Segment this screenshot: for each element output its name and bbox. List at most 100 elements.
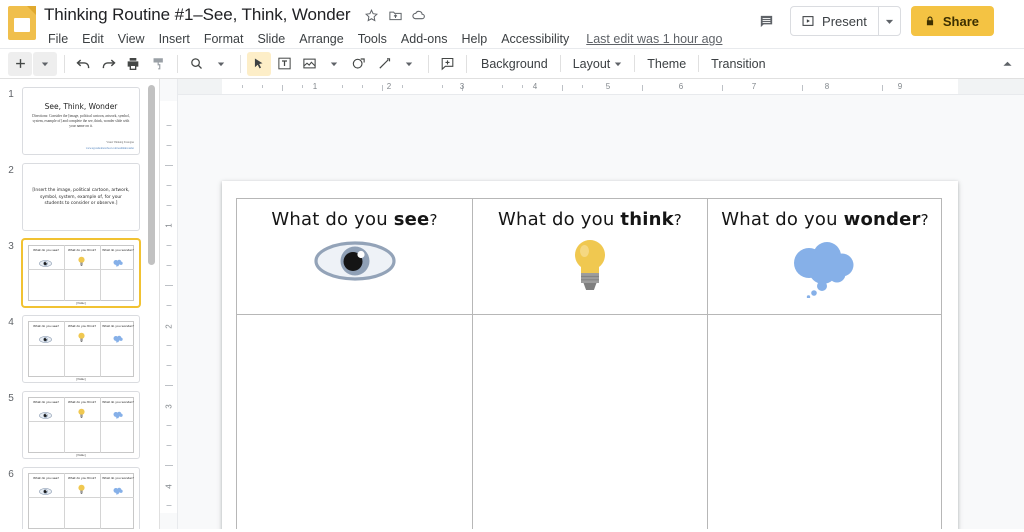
menu-item-help[interactable]: Help (454, 30, 494, 48)
toolbar-divider (428, 54, 429, 73)
background-button[interactable]: Background (473, 54, 556, 74)
insert-image-icon[interactable] (297, 52, 321, 76)
thumb-header-see: What do you see? (33, 476, 59, 480)
thumbnail-panel-scrollbar[interactable] (148, 85, 155, 265)
canvas-area[interactable]: What do you see? What do you think? What… (178, 95, 1024, 529)
slide-thumbnail-4[interactable]: What do you see? What do you think? What… (22, 315, 140, 383)
new-slide-plus-icon[interactable] (8, 51, 32, 76)
thumb-name-placeholder: [Name] (76, 377, 86, 381)
list-item[interactable]: 6 What do you see? What do you think? Wh… (0, 463, 159, 529)
list-item[interactable]: 4 What do you see? What do you think? Wh… (0, 311, 159, 387)
hruler-number-2: 2 (386, 82, 392, 91)
thumb-link: www.agoradeafterschool.com/seethinkwonde… (85, 147, 134, 150)
thumb-col-divider (64, 397, 65, 453)
list-item[interactable]: 5 What do you see? What do you think? Wh… (0, 387, 159, 463)
thought-cloud-icon (112, 330, 124, 348)
menu-item-accessibility[interactable]: Accessibility (494, 30, 576, 48)
thumb-header-think: What do you think? (67, 324, 97, 328)
slide-thumbnail-panel[interactable]: 1 See, Think, Wonder Directions: Conside… (0, 79, 160, 529)
thumb-header-wonder: What do you wonder? (102, 324, 134, 328)
line-dropdown-caret[interactable] (397, 52, 421, 76)
menu-item-view[interactable]: View (111, 30, 152, 48)
list-item[interactable]: 2 [Insert the image, political cartoon, … (0, 159, 159, 235)
share-button[interactable]: Share (910, 6, 994, 36)
thumb-insert-text: [Insert the image, political cartoon, ar… (32, 188, 130, 207)
new-slide-dropdown-caret[interactable] (33, 51, 57, 76)
thumb-col-divider (100, 473, 101, 529)
insert-shape-icon[interactable] (347, 52, 371, 76)
lock-icon (926, 16, 933, 26)
avatar[interactable] (1004, 7, 1016, 35)
cloud-saved-icon[interactable] (408, 4, 430, 26)
question-think-suffix: ? (673, 211, 682, 229)
layout-button[interactable]: Layout (565, 54, 631, 74)
comment-icon[interactable] (752, 7, 780, 35)
present-button[interactable]: Present (791, 7, 878, 35)
horizontal-ruler-active-region (222, 79, 958, 94)
thumb-name-placeholder: [Name] (76, 453, 86, 457)
thumb-header-see: What do you see? (33, 400, 59, 404)
paint-format-icon[interactable] (146, 52, 170, 76)
thumb-table: What do you see? What do you think? What… (28, 245, 134, 305)
menu-item-insert[interactable]: Insert (152, 30, 197, 48)
toolbar-divider (559, 55, 561, 72)
question-wonder-suffix: ? (920, 211, 929, 229)
image-dropdown-caret[interactable] (322, 52, 346, 76)
slide-number: 1 (8, 89, 14, 100)
slide-thumbnail-2[interactable]: [Insert the image, political cartoon, ar… (22, 163, 140, 231)
menu-item-slide[interactable]: Slide (250, 30, 292, 48)
redo-icon[interactable] (96, 52, 120, 76)
star-icon[interactable] (360, 4, 382, 26)
slide-editor[interactable]: 1 2 3 4 5 1 (160, 79, 1024, 529)
editor-scrollbar[interactable] (1017, 95, 1024, 529)
add-comment-icon[interactable] (435, 52, 459, 76)
print-icon[interactable] (121, 52, 145, 76)
chevron-down-icon (885, 19, 893, 24)
slide-thumbnail-3[interactable]: What do you see? What do you think? What… (22, 239, 140, 307)
vertical-ruler[interactable]: 1 2 3 4 5 (160, 79, 178, 529)
slide-number: 3 (8, 241, 14, 252)
list-item[interactable]: 3 What do you see? What do you think? Wh… (0, 235, 159, 311)
table-cell-wonder-header[interactable]: What do you wonder? (708, 199, 942, 314)
row-divider (237, 314, 941, 315)
see-think-wonder-table[interactable]: What do you see? What do you think? What… (236, 198, 942, 529)
menu-item-format[interactable]: Format (197, 30, 251, 48)
undo-icon[interactable] (71, 52, 95, 76)
google-slides-icon[interactable] (8, 6, 36, 40)
vruler-number-3: 3 (164, 404, 173, 409)
chevron-up-icon[interactable] (1001, 57, 1014, 70)
list-item[interactable]: 1 See, Think, Wonder Directions: Conside… (0, 83, 159, 159)
insert-line-icon[interactable] (372, 52, 396, 76)
document-title[interactable]: Thinking Routine #1–See, Think, Wonder (44, 5, 360, 25)
menu-item-tools[interactable]: Tools (351, 30, 394, 48)
transition-button[interactable]: Transition (703, 54, 773, 74)
slide-thumbnail-6[interactable]: What do you see? What do you think? What… (22, 467, 140, 529)
present-button-group[interactable]: Present (790, 6, 901, 36)
table-cell-think-header[interactable]: What do you think? (473, 199, 707, 314)
zoom-icon[interactable] (184, 52, 208, 76)
slide-thumbnail-5[interactable]: What do you see? What do you think? What… (22, 391, 140, 459)
slide-thumbnail-1[interactable]: See, Think, Wonder Directions: Consider … (22, 87, 140, 155)
text-box-icon[interactable] (272, 52, 296, 76)
menu-item-edit[interactable]: Edit (75, 30, 111, 48)
select-cursor-icon[interactable] (247, 51, 271, 76)
zoom-dropdown-caret[interactable] (209, 52, 233, 76)
last-edit-status[interactable]: Last edit was 1 hour ago (586, 32, 722, 46)
table-cell-see-header[interactable]: What do you see? (237, 199, 472, 314)
move-to-folder-icon[interactable] (384, 4, 406, 26)
question-think-prefix: What do you (498, 209, 621, 230)
menu-item-arrange[interactable]: Arrange (292, 30, 350, 48)
thumb-header-wonder: What do you wonder? (102, 476, 134, 480)
present-dropdown-caret[interactable] (877, 7, 900, 35)
horizontal-ruler[interactable]: 1 2 3 4 5 6 7 8 9 (178, 79, 1024, 95)
vruler-number-2: 2 (164, 324, 173, 329)
eye-icon (39, 406, 52, 424)
share-label: Share (942, 13, 979, 29)
thumb-table: What do you see? What do you think? What… (28, 397, 134, 457)
menu-item-addons[interactable]: Add-ons (394, 30, 455, 48)
menu-item-file[interactable]: File (44, 30, 75, 48)
active-slide[interactable]: What do you see? What do you think? What… (222, 181, 958, 529)
thumb-table: What do you see? What do you think? What… (28, 321, 134, 381)
vertical-ruler-active-region (160, 101, 177, 513)
theme-button[interactable]: Theme (639, 54, 694, 74)
